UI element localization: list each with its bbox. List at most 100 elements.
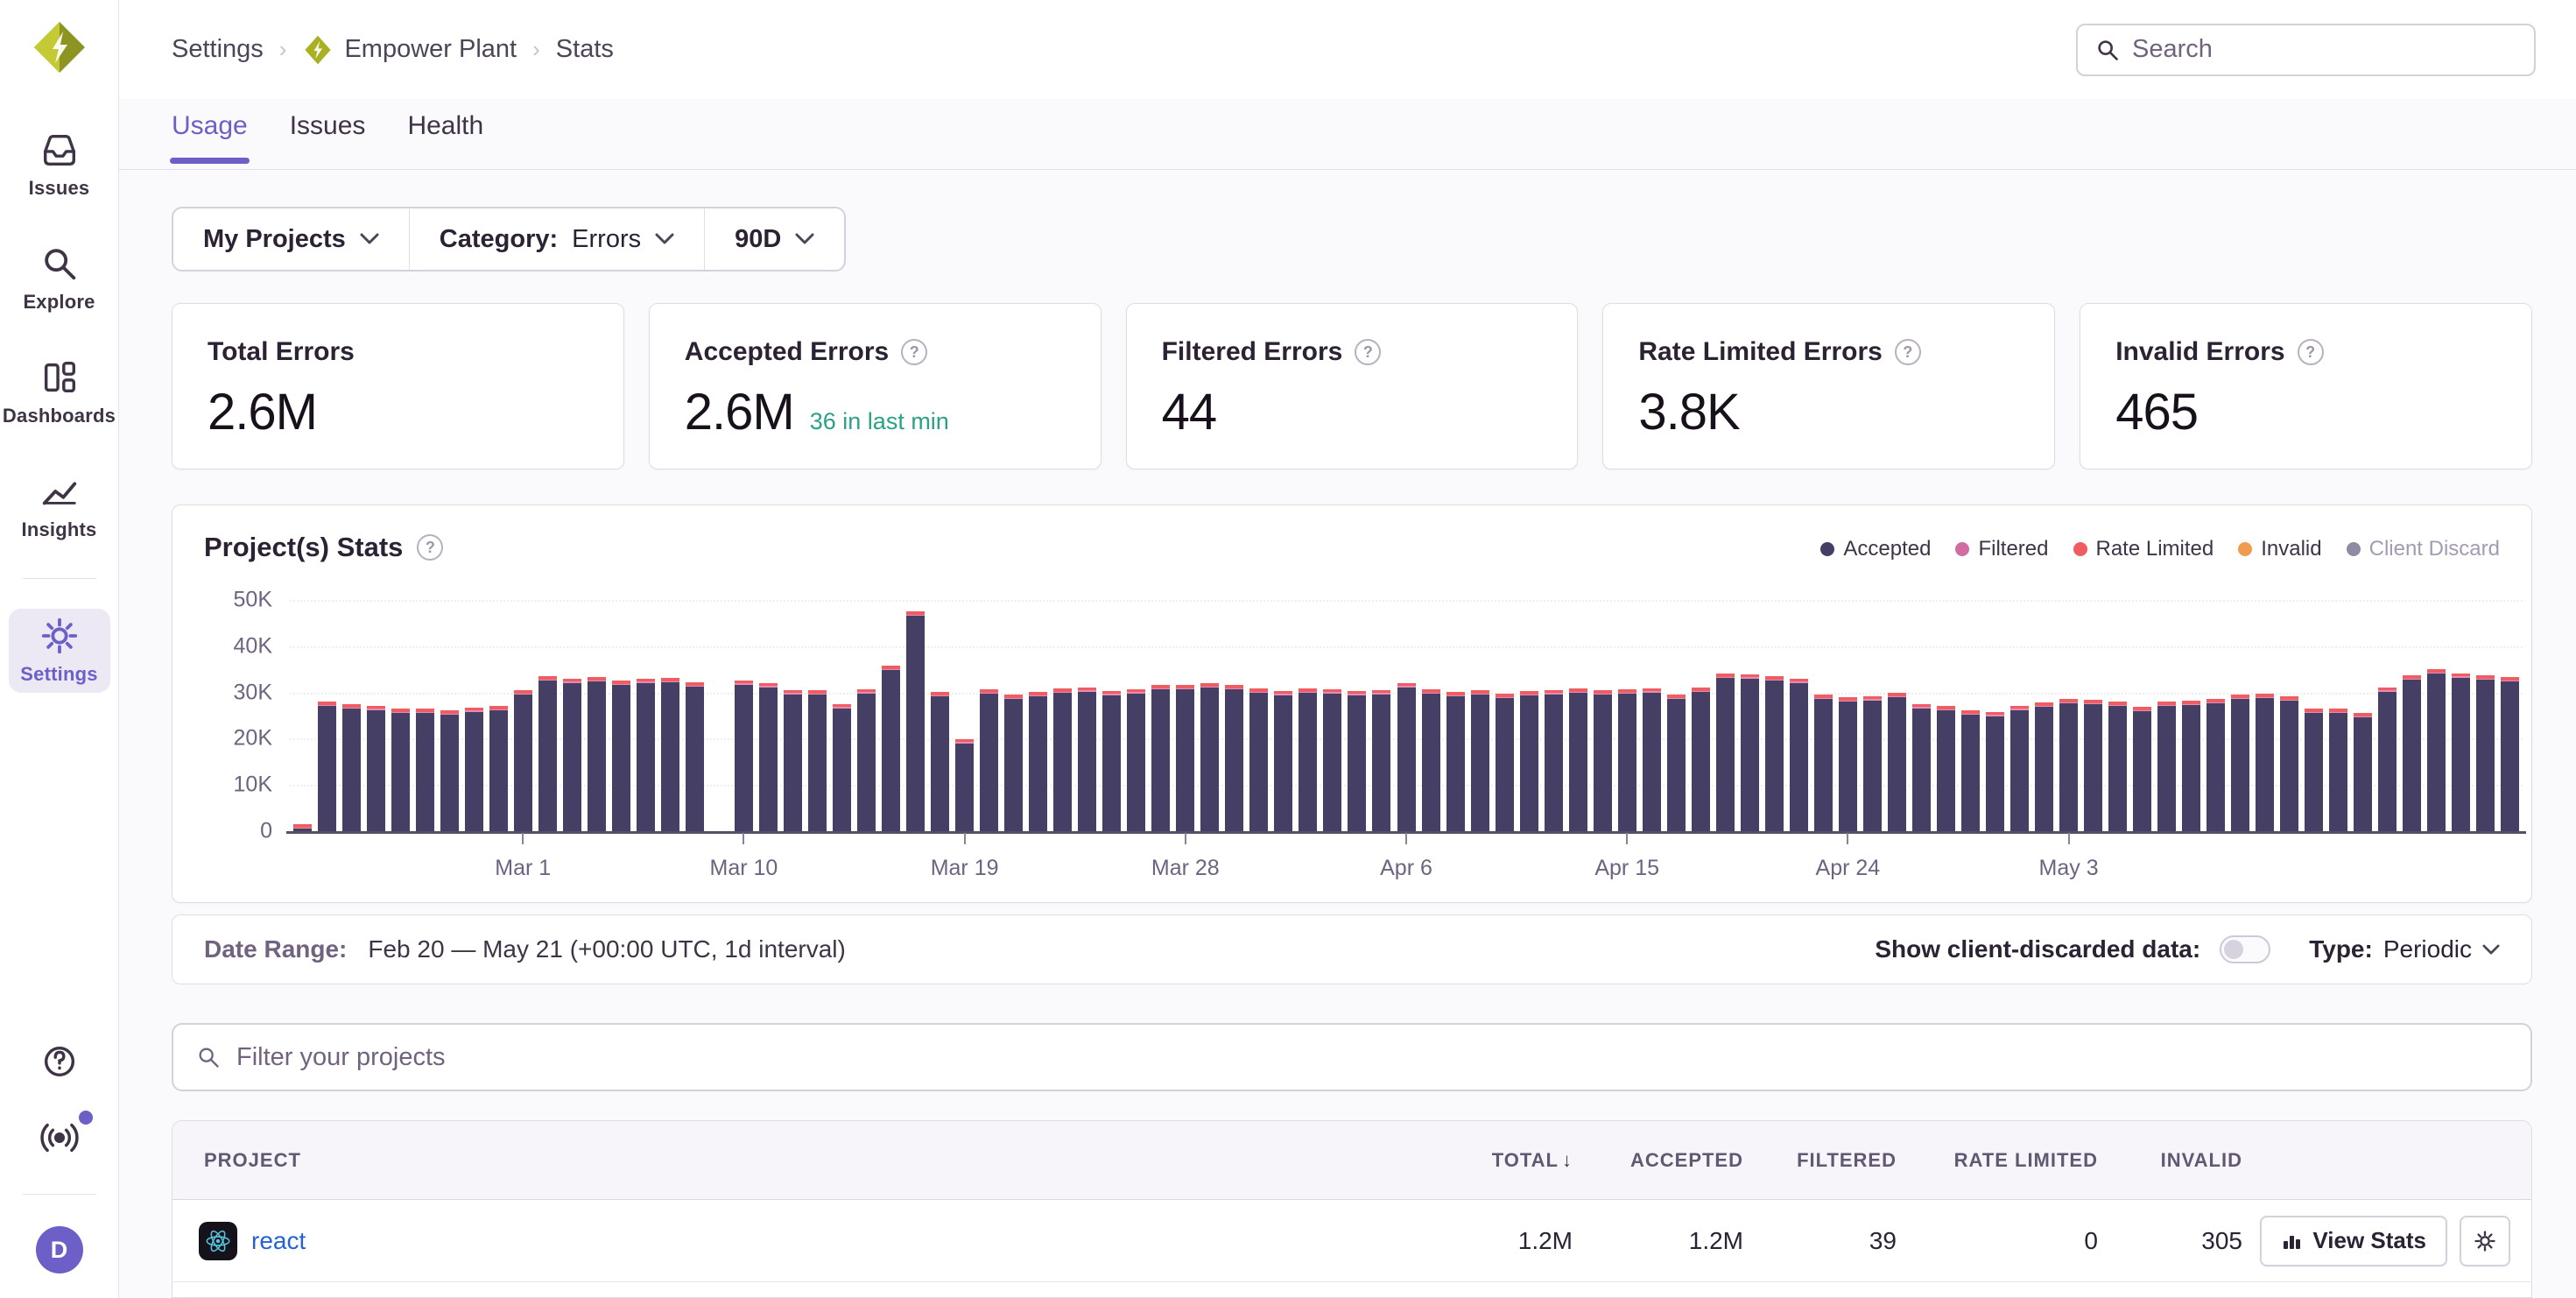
tab-health[interactable]: Health [407, 111, 483, 171]
legend-item-invalid[interactable]: Invalid [2238, 537, 2321, 561]
help-circle-icon[interactable]: ? [901, 339, 927, 365]
stat-card-rate-limited-errors: Rate Limited Errors ? 3.8K [1602, 303, 2055, 469]
stacked-bar [2084, 700, 2102, 831]
type-dropdown[interactable]: Type: Periodic [2309, 935, 2500, 963]
stacked-bar [1348, 691, 1366, 831]
stat-card-title: Accepted Errors [685, 337, 889, 367]
sidebar-item-explore[interactable]: Explore [9, 236, 110, 321]
sidebar-item-issues[interactable]: Issues [9, 123, 110, 207]
projects-filter-label: My Projects [203, 225, 346, 254]
search-icon [196, 1045, 221, 1069]
table-header: PROJECT TOTAL↓ ACCEPTED FILTERED RATE LI… [172, 1121, 2531, 1200]
tab-usage[interactable]: Usage [172, 111, 248, 171]
period-filter-dropdown[interactable]: 90D [704, 208, 844, 270]
category-filter-prefix: Category: [440, 225, 558, 254]
column-header-invalid[interactable]: INVALID [2098, 1149, 2242, 1172]
help-circle-icon[interactable]: ? [417, 534, 443, 561]
gear-icon [2473, 1229, 2497, 1253]
stacked-bar [1422, 689, 1440, 831]
stacked-bar [1029, 692, 1047, 831]
legend-item-client-discard[interactable]: Client Discard [2347, 537, 2500, 561]
stacked-bar [2452, 674, 2470, 831]
project-filter-input[interactable] [236, 1043, 2508, 1072]
stacked-bar [1323, 689, 1341, 831]
chevron-down-icon [655, 233, 674, 245]
sort-desc-icon: ↓ [1562, 1149, 1573, 1171]
stat-card-title: Total Errors [208, 337, 355, 367]
stacked-bar [882, 666, 900, 831]
stacked-bar [2305, 709, 2323, 831]
x-axis-label: Mar 28 [1151, 856, 1220, 881]
view-stats-button[interactable]: View Stats [2260, 1216, 2447, 1266]
stacked-bar [1741, 674, 1759, 831]
stacked-bar [465, 708, 483, 831]
stacked-bar [1397, 683, 1416, 831]
chevron-down-icon [360, 233, 379, 245]
stacked-bar [367, 706, 385, 831]
stacked-bar [489, 706, 508, 831]
stacked-bar [1053, 688, 1072, 831]
sidebar-item-insights[interactable]: Insights [9, 464, 110, 548]
category-filter-dropdown[interactable]: Category: Errors [409, 208, 704, 270]
chevron-right-icon: › [279, 36, 287, 63]
sidebar-item-dashboards[interactable]: Dashboards [9, 350, 110, 434]
stacked-bar [784, 690, 802, 831]
column-header-rate-limited[interactable]: RATE LIMITED [1897, 1149, 2098, 1172]
stat-cards: Total Errors ? 2.6M Accepted Errors ? 2.… [172, 303, 2532, 469]
legend-item-rate-limited[interactable]: Rate Limited [2073, 537, 2214, 561]
stacked-bar [1814, 695, 1833, 831]
settings-gear-icon [39, 616, 80, 656]
x-tick-mark [1626, 833, 1628, 844]
stacked-bar [1569, 688, 1587, 831]
tabs: Usage Issues Health [119, 99, 2576, 170]
column-header-total[interactable]: TOTAL↓ [1424, 1149, 1573, 1172]
stacked-bar [2256, 694, 2274, 831]
type-value: Periodic [2383, 935, 2472, 963]
y-axis-label: 20K [234, 726, 272, 751]
project-settings-button[interactable] [2460, 1216, 2510, 1266]
date-range-label: Date Range: [204, 935, 347, 963]
sidebar-bottom: D [23, 1041, 96, 1298]
column-header-project[interactable]: PROJECT [172, 1149, 1424, 1172]
stacked-bar [612, 681, 630, 831]
user-avatar[interactable]: D [36, 1226, 83, 1273]
breadcrumb-stats[interactable]: Stats [556, 35, 614, 64]
stat-card-accepted-errors: Accepted Errors ? 2.6M 36 in last min [649, 303, 1101, 469]
legend-item-filtered[interactable]: Filtered [1955, 537, 2048, 561]
chart-title: Project(s) Stats [204, 532, 403, 563]
project-link[interactable]: react [251, 1227, 306, 1255]
search-input[interactable] [2132, 35, 2516, 64]
stacked-bar [2059, 699, 2078, 831]
sentry-logo[interactable] [32, 19, 88, 75]
stacked-bar [833, 704, 851, 831]
notification-dot [79, 1111, 93, 1125]
legend-item-accepted[interactable]: Accepted [1820, 537, 1931, 561]
y-gridline [290, 600, 2523, 602]
help-circle-icon[interactable]: ? [1355, 339, 1381, 365]
breadcrumb-org[interactable]: Empower Plant [302, 34, 517, 66]
stacked-bar [1912, 704, 1931, 831]
y-axis-label: 0 [260, 819, 272, 844]
stacked-bar [759, 683, 778, 831]
column-header-filtered[interactable]: FILTERED [1743, 1149, 1897, 1172]
breadcrumb-settings[interactable]: Settings [172, 35, 264, 64]
client-discard-toggle[interactable] [2220, 935, 2270, 963]
stacked-bar [1667, 695, 1686, 831]
projects-filter-dropdown[interactable]: My Projects [173, 208, 409, 270]
column-header-accepted[interactable]: ACCEPTED [1573, 1149, 1743, 1172]
x-tick-mark [1185, 833, 1186, 844]
help-circle-icon[interactable]: ? [1895, 339, 1921, 365]
bar-chart-icon [2281, 1231, 2302, 1252]
whats-new-button[interactable] [37, 1118, 82, 1162]
help-button[interactable] [39, 1041, 80, 1086]
stacked-bar [2427, 669, 2446, 831]
stat-card-value: 2.6M [685, 383, 794, 441]
stacked-bar [1545, 690, 1563, 831]
stat-card-value: 2.6M [208, 383, 317, 441]
help-circle-icon[interactable]: ? [2298, 339, 2324, 365]
cell-total: 1.2M [1424, 1227, 1573, 1255]
x-axis-label: Apr 24 [1816, 856, 1881, 881]
stacked-bar [1200, 683, 1219, 831]
tab-issues[interactable]: Issues [290, 111, 366, 171]
sidebar-item-settings[interactable]: Settings [9, 609, 110, 693]
